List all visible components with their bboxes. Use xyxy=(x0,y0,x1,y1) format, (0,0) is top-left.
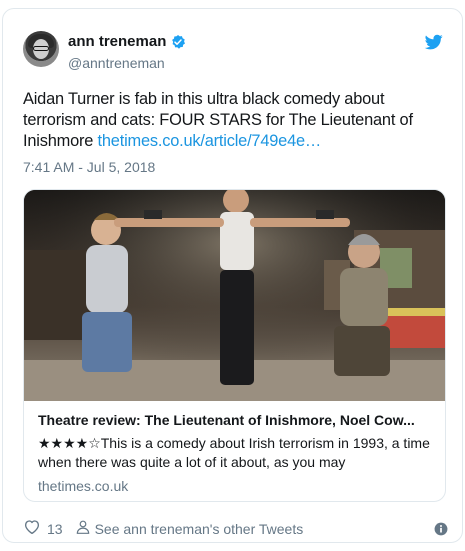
avatar[interactable] xyxy=(23,31,59,67)
name-row: ann treneman xyxy=(68,33,186,50)
card-title[interactable]: Theatre review: The Lieutenant of Inishm… xyxy=(38,412,434,428)
person-icon xyxy=(75,519,91,540)
handle[interactable]: @anntreneman xyxy=(68,55,165,71)
tweet-header: ann treneman @anntreneman xyxy=(23,31,444,75)
twitter-bird-icon[interactable] xyxy=(424,33,444,51)
tweet-link[interactable]: thetimes.co.uk/article/749e4e… xyxy=(98,132,322,150)
like-button[interactable]: 13 xyxy=(23,518,63,541)
tweet-footer: 13 See ann treneman's other Tweets xyxy=(23,519,448,539)
card-description: ★★★★☆This is a comedy about Irish terror… xyxy=(38,435,430,470)
card-domain: thetimes.co.uk xyxy=(38,478,129,494)
like-count: 13 xyxy=(47,521,63,537)
display-name[interactable]: ann treneman xyxy=(68,33,166,50)
info-icon[interactable] xyxy=(434,522,448,536)
card-body: Theatre review: The Lieutenant of Inishm… xyxy=(38,412,438,494)
heart-icon xyxy=(23,518,41,541)
card-image[interactable] xyxy=(24,190,445,401)
tweet-timestamp[interactable]: 7:41 AM - Jul 5, 2018 xyxy=(23,159,155,175)
tweet-text: Aidan Turner is fab in this ultra black … xyxy=(23,89,423,152)
verified-badge-icon xyxy=(170,34,186,50)
other-tweets-label: See ann treneman's other Tweets xyxy=(94,521,304,537)
embedded-tweet: ann treneman @anntreneman Aidan Turner i… xyxy=(2,8,463,543)
other-tweets-link[interactable]: See ann treneman's other Tweets xyxy=(75,519,304,540)
link-card[interactable]: Theatre review: The Lieutenant of Inishm… xyxy=(23,189,446,502)
